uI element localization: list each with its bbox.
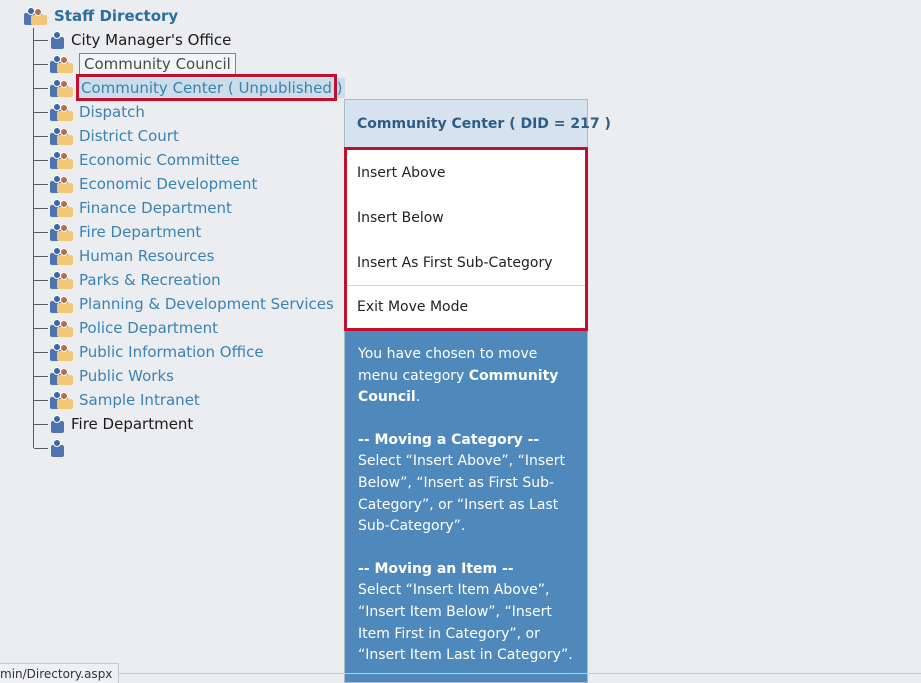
tree-item-label[interactable]: Planning & Development Services — [79, 294, 334, 314]
insert-first-sub-category-button[interactable]: Insert As First Sub-Category — [347, 240, 585, 285]
tree-item-label[interactable]: Sample Intranet — [79, 390, 200, 410]
staff-group-icon — [48, 102, 74, 122]
tree-item-label[interactable]: Fire Department — [79, 222, 201, 242]
staff-group-icon — [48, 318, 74, 338]
tree-item[interactable] — [34, 436, 66, 460]
item-instructions: Select “Insert Item Above”, “Insert Item… — [358, 582, 573, 664]
tree-item[interactable]: Community Council — [34, 52, 236, 76]
tree-branch-line — [34, 183, 48, 185]
tree-item[interactable]: Fire Department — [34, 220, 201, 244]
category-heading: -- Moving a Category -- — [358, 431, 540, 448]
tree-item[interactable]: Economic Development — [34, 172, 257, 196]
tree-branch-line — [34, 351, 48, 353]
tree-item[interactable]: Finance Department — [34, 196, 232, 220]
staff-group-icon — [48, 390, 74, 410]
tree-branch-line — [34, 255, 48, 257]
tree-branch-line — [34, 279, 48, 281]
staff-group-icon — [48, 150, 74, 170]
tree-item[interactable]: District Court — [34, 124, 179, 148]
tree-item-label[interactable]: Human Resources — [79, 246, 214, 266]
category-instructions: Select “Insert Above”, “Insert Below”, “… — [358, 453, 565, 535]
staff-group-icon — [48, 270, 74, 290]
staff-group-icon — [48, 30, 66, 50]
tree-item-label[interactable]: Community Council — [79, 53, 236, 75]
tree-root[interactable]: Staff Directory — [22, 6, 178, 26]
tree-item[interactable]: Planning & Development Services — [34, 292, 334, 316]
tree-branch-line — [34, 303, 48, 305]
staff-group-icon — [48, 78, 74, 98]
tree-root-label: Staff Directory — [54, 7, 179, 25]
page: Staff Directory City Manager's Office Com… — [0, 0, 921, 683]
item-heading: -- Moving an Item -- — [358, 560, 514, 577]
tree-item[interactable]: Economic Committee — [34, 148, 240, 172]
staff-group-icon — [48, 54, 74, 74]
tree-item[interactable]: Police Department — [34, 316, 218, 340]
exit-move-mode-button[interactable]: Exit Move Mode — [347, 285, 585, 327]
tree-item[interactable]: Human Resources — [34, 244, 214, 268]
tree-item-label[interactable]: Finance Department — [79, 198, 232, 218]
tree-branch-line — [34, 63, 48, 65]
staff-group-icon — [48, 198, 74, 218]
tree-branch-line — [34, 159, 48, 161]
tree-item-label[interactable]: Economic Development — [79, 174, 257, 194]
tree-item-label[interactable]: Police Department — [79, 318, 218, 338]
tree-item-label[interactable]: Public Information Office — [79, 342, 264, 362]
tree-branch-line — [34, 399, 48, 401]
tree-item-label[interactable]: Public Works — [79, 366, 174, 386]
insert-below-button[interactable]: Insert Below — [347, 195, 585, 240]
tree-item[interactable]: City Manager's Office — [34, 28, 231, 52]
status-bar-url: min/Directory.aspx — [0, 663, 120, 683]
tree-branch-line — [34, 327, 48, 329]
tree-item[interactable]: Public Information Office — [34, 340, 264, 364]
tree-item[interactable]: Public Works — [34, 364, 174, 388]
tree-item-label[interactable]: Dispatch — [79, 102, 145, 122]
staff-group-icon — [48, 126, 74, 146]
insert-above-button[interactable]: Insert Above — [347, 150, 585, 195]
move-panel: Community Center ( DID = 217 ) Insert Ab… — [344, 99, 611, 683]
tree-branch-line — [34, 231, 48, 233]
tree-branch-line — [34, 87, 48, 89]
staff-group-icon — [48, 414, 66, 434]
staff-group-icon — [22, 6, 48, 26]
tree-item[interactable]: Sample Intranet — [34, 388, 200, 412]
staff-group-icon — [48, 438, 66, 458]
tree-item-label[interactable]: Fire Department — [71, 414, 193, 434]
staff-group-icon — [48, 366, 74, 386]
status-divider — [104, 673, 921, 674]
staff-group-icon — [48, 246, 74, 266]
selected-item-highlight — [76, 74, 337, 101]
tree-branch-line — [34, 207, 48, 209]
tree-branch-line — [34, 375, 48, 377]
tree-branch-line — [34, 111, 48, 113]
tree-branch-line — [34, 135, 48, 137]
tree-item-label[interactable]: Parks & Recreation — [79, 270, 221, 290]
staff-group-icon — [48, 342, 74, 362]
tree-item-label[interactable]: District Court — [79, 126, 179, 146]
tree-branch-line — [34, 447, 48, 449]
tree-item[interactable]: Parks & Recreation — [34, 268, 221, 292]
tree-item-label[interactable]: Economic Committee — [79, 150, 240, 170]
panel-instructions: You have chosen to move menu category Co… — [358, 344, 580, 667]
staff-group-icon — [48, 294, 74, 314]
tree-item-label[interactable]: City Manager's Office — [71, 30, 231, 50]
info-paragraph: You have chosen to move menu category Co… — [358, 344, 580, 409]
panel-title: Community Center ( DID = 217 ) — [345, 100, 611, 147]
info-intro-end: . — [415, 389, 421, 406]
tree-branch-line — [34, 423, 48, 425]
tree-branch-line — [34, 39, 48, 41]
tree-item[interactable]: Dispatch — [34, 100, 145, 124]
staff-group-icon — [48, 174, 74, 194]
move-menu: Insert Above Insert Below Insert As Firs… — [344, 147, 588, 331]
tree-item[interactable]: Fire Department — [34, 412, 193, 436]
staff-group-icon — [48, 222, 74, 242]
